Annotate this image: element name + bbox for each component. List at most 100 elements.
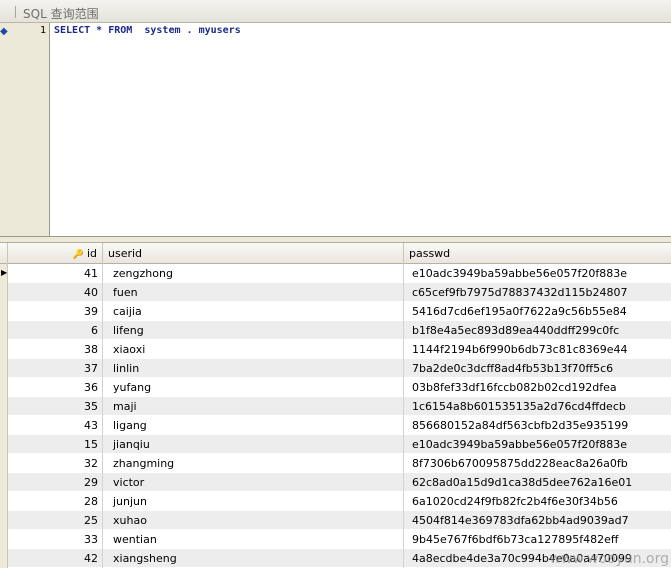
row-indicator[interactable]	[0, 435, 8, 454]
cell-userid[interactable]: ligang	[103, 416, 404, 435]
current-line-marker-icon: ◆	[0, 26, 8, 37]
cell-id[interactable]: 6	[8, 321, 103, 340]
cell-id[interactable]: 33	[8, 530, 103, 549]
table-row[interactable]: 29 victor 62c8ad0a15d9d1ca38d5dee762a16e01	[0, 473, 671, 492]
table-name: myusers	[198, 25, 241, 36]
cell-userid[interactable]: xuhao	[103, 511, 404, 530]
cell-id[interactable]: 35	[8, 397, 103, 416]
table-row[interactable]: 32 zhangming 8f7306b670095875dd228eac8a26a…	[0, 454, 671, 473]
column-header-userid[interactable]: userid	[103, 243, 404, 264]
primary-key-icon: 🔑	[72, 250, 84, 260]
cell-passwd[interactable]: 9b45e767f6bdf6b73ca127895f482eff	[404, 530, 671, 549]
cell-id[interactable]: 32	[8, 454, 103, 473]
row-indicator[interactable]	[0, 302, 8, 321]
cell-userid[interactable]: zhangming	[103, 454, 404, 473]
row-indicator[interactable]	[0, 340, 8, 359]
table-row[interactable]: 15 jianqiu e10adc3949ba59abbe56e057f20f883…	[0, 435, 671, 454]
table-row[interactable]: ▶ 41 zengzhong e10adc3949ba59abbe56e057f20f…	[0, 264, 671, 283]
cell-id[interactable]: 42	[8, 549, 103, 568]
cell-userid[interactable]: yufang	[103, 378, 404, 397]
column-header-passwd[interactable]: passwd	[404, 243, 671, 264]
cell-passwd[interactable]: 1c6154a8b601535135a2d76cd4ffdecb	[404, 397, 671, 416]
cell-userid[interactable]: zengzhong	[103, 264, 404, 283]
row-indicator[interactable]	[0, 530, 8, 549]
cell-passwd[interactable]: 8f7306b670095875dd228eac8a26a0fb	[404, 454, 671, 473]
row-indicator[interactable]	[0, 283, 8, 302]
cell-id[interactable]: 29	[8, 473, 103, 492]
table-row[interactable]: 25 xuhao 4504f814e369783dfa62bb4ad9039ad7	[0, 511, 671, 530]
cell-userid[interactable]: xiaoxi	[103, 340, 404, 359]
cell-id[interactable]: 37	[8, 359, 103, 378]
cell-userid[interactable]: caijia	[103, 302, 404, 321]
cell-userid[interactable]: fuen	[103, 283, 404, 302]
keyword-select: SELECT	[54, 25, 91, 36]
cell-id[interactable]: 36	[8, 378, 103, 397]
cell-id[interactable]: 41	[8, 264, 103, 283]
cell-userid[interactable]: junjun	[103, 492, 404, 511]
table-row[interactable]: 28 junjun 6a1020cd24f9fb82fc2b4f6e30f34b56	[0, 492, 671, 511]
row-indicator-header	[0, 243, 8, 264]
column-header-id-label: id	[86, 247, 97, 260]
row-indicator[interactable]	[0, 549, 8, 568]
star-token: *	[96, 25, 103, 36]
table-row[interactable]: 39 caijia 5416d7cd6ef195a0f7622a9c56b55e84	[0, 302, 671, 321]
cell-id[interactable]: 40	[8, 283, 103, 302]
table-row[interactable]: 36 yufang 03b8fef33df16fccb082b02cd192dfea	[0, 378, 671, 397]
cell-passwd[interactable]: b1f8e4a5ec893d89ea440ddff299c0fc	[404, 321, 671, 340]
line-gutter: ◆ 1	[0, 23, 50, 236]
cell-userid[interactable]: linlin	[103, 359, 404, 378]
cell-userid[interactable]: xiangsheng	[103, 549, 404, 568]
column-header-id[interactable]: 🔑 id	[8, 243, 103, 264]
row-indicator[interactable]	[0, 511, 8, 530]
cell-passwd[interactable]: 03b8fef33df16fccb082b02cd192dfea	[404, 378, 671, 397]
cell-id[interactable]: 38	[8, 340, 103, 359]
row-indicator[interactable]: ▶	[0, 264, 8, 283]
sql-editor[interactable]: ◆ 1 SELECT * FROM system . myusers	[0, 23, 671, 237]
cell-passwd[interactable]: c65cef9fb7975d78837432d115b24807	[404, 283, 671, 302]
row-indicator[interactable]	[0, 454, 8, 473]
cell-passwd[interactable]: e10adc3949ba59abbe56e057f20f883e	[404, 435, 671, 454]
cell-passwd[interactable]: 5416d7cd6ef195a0f7622a9c56b55e84	[404, 302, 671, 321]
panel-grip-handle[interactable]	[15, 6, 16, 18]
cell-id[interactable]: 43	[8, 416, 103, 435]
cell-id[interactable]: 28	[8, 492, 103, 511]
table-row[interactable]: 33 wentian 9b45e767f6bdf6b73ca127895f482ef…	[0, 530, 671, 549]
table-row[interactable]: 6 lifeng b1f8e4a5ec893d89ea440ddff299c0fc	[0, 321, 671, 340]
row-indicator[interactable]	[0, 492, 8, 511]
table-row[interactable]: 40 fuen c65cef9fb7975d78837432d115b24807	[0, 283, 671, 302]
query-panel-header: SQL 查询范围	[0, 0, 671, 23]
sql-code-line[interactable]: SELECT * FROM system . myusers	[54, 25, 241, 36]
row-indicator[interactable]	[0, 473, 8, 492]
schema-name: system	[144, 25, 181, 36]
cell-userid[interactable]: victor	[103, 473, 404, 492]
grid-rows: ▶ 41 zengzhong e10adc3949ba59abbe56e057f20f…	[0, 264, 671, 568]
cell-passwd[interactable]: 7ba2de0c3dcff8ad4fb53b13f70ff5c6	[404, 359, 671, 378]
table-row[interactable]: 38 xiaoxi 1144f2194b6f990b6db73c81c8369e44	[0, 340, 671, 359]
table-row[interactable]: 43 ligang 856680152a84df563cbfb2d35e935199	[0, 416, 671, 435]
row-indicator[interactable]	[0, 378, 8, 397]
panel-title: SQL 查询范围	[23, 7, 99, 21]
table-row[interactable]: 37 linlin 7ba2de0c3dcff8ad4fb53b13f70ff5c6	[0, 359, 671, 378]
cell-userid[interactable]: jianqiu	[103, 435, 404, 454]
cell-passwd[interactable]: 6a1020cd24f9fb82fc2b4f6e30f34b56	[404, 492, 671, 511]
cell-userid[interactable]: maji	[103, 397, 404, 416]
cell-userid[interactable]: wentian	[103, 530, 404, 549]
cell-passwd[interactable]: e10adc3949ba59abbe56e057f20f883e	[404, 264, 671, 283]
cell-passwd[interactable]: 62c8ad0a15d9d1ca38d5dee762a16e01	[404, 473, 671, 492]
cell-id[interactable]: 15	[8, 435, 103, 454]
cell-passwd[interactable]: 1144f2194b6f990b6db73c81c8369e44	[404, 340, 671, 359]
cell-id[interactable]: 25	[8, 511, 103, 530]
row-indicator[interactable]	[0, 321, 8, 340]
row-indicator[interactable]	[0, 416, 8, 435]
table-row[interactable]: 35 maji 1c6154a8b601535135a2d76cd4ffdecb	[0, 397, 671, 416]
row-indicator[interactable]	[0, 359, 8, 378]
cell-passwd[interactable]: 856680152a84df563cbfb2d35e935199	[404, 416, 671, 435]
cell-passwd[interactable]: 4504f814e369783dfa62bb4ad9039ad7	[404, 511, 671, 530]
line-number: 1	[39, 25, 46, 36]
dot-token: .	[186, 25, 193, 36]
cell-userid[interactable]: lifeng	[103, 321, 404, 340]
row-indicator[interactable]	[0, 397, 8, 416]
results-grid[interactable]: 🔑 id userid passwd ▶ 41 zengzhong e10adc3949…	[0, 243, 671, 568]
cell-id[interactable]: 39	[8, 302, 103, 321]
keyword-from: FROM	[108, 25, 133, 36]
